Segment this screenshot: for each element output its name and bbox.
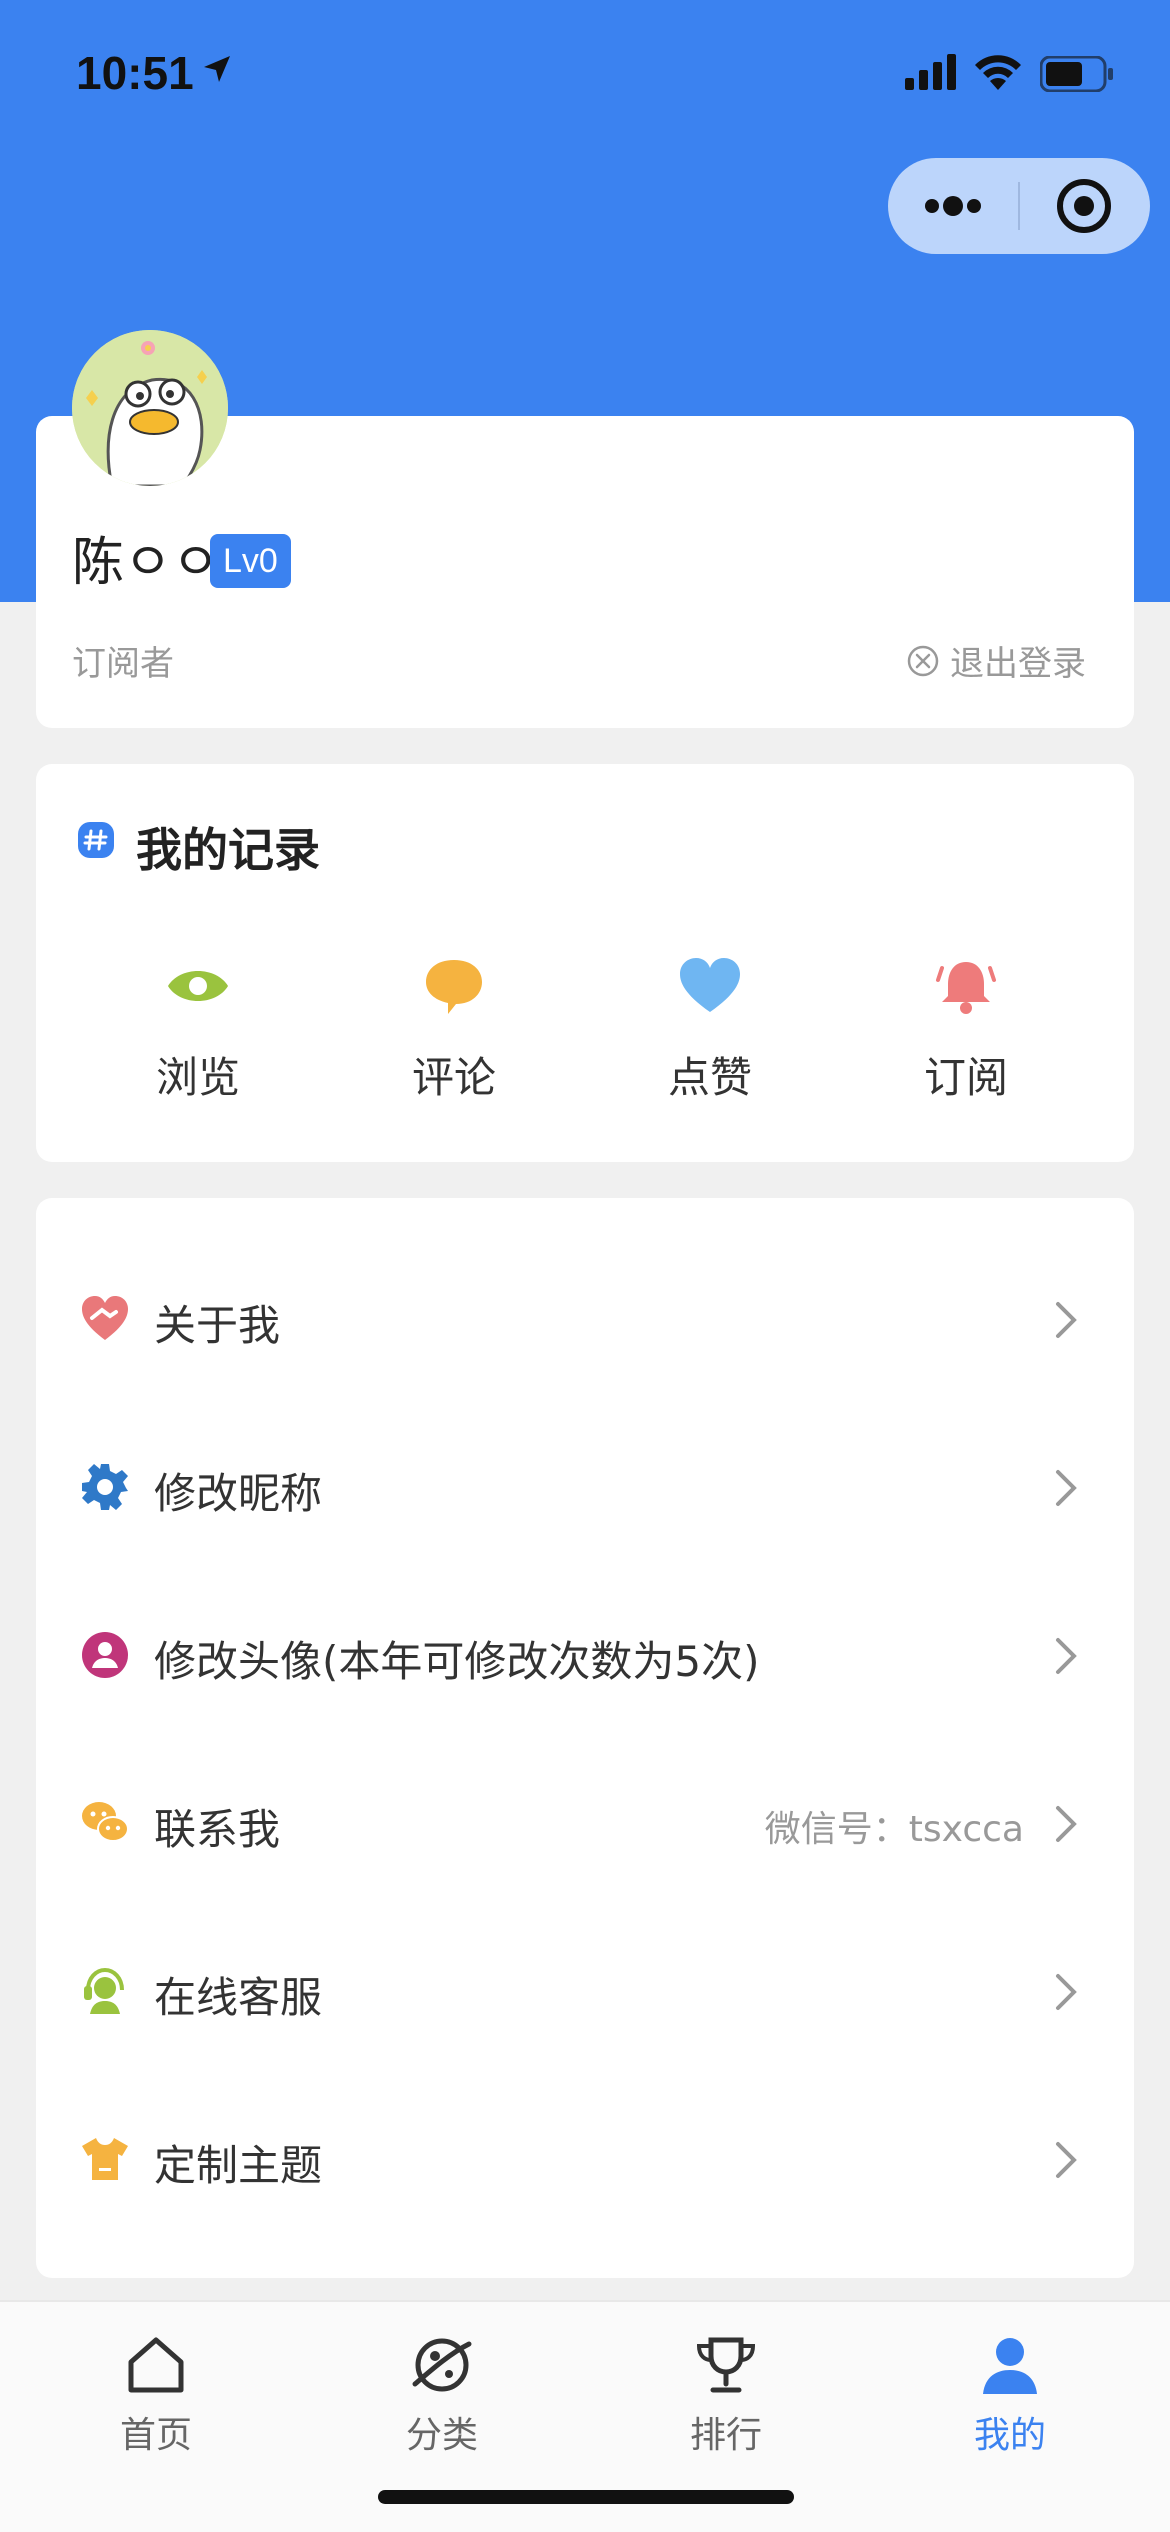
- target-circle-icon: [1057, 179, 1111, 233]
- status-time: 10:51: [76, 47, 194, 99]
- trophy-icon: [696, 2337, 756, 2393]
- tab-ranking-label: 排行: [689, 2415, 762, 2456]
- chevron-right-icon: [1056, 1638, 1077, 1674]
- wifi-icon: [975, 55, 1021, 90]
- duck-avatar-icon: [72, 330, 228, 486]
- role-label: 订阅者: [72, 644, 174, 684]
- gear-icon: [82, 1464, 128, 1510]
- menu-item-about-me[interactable]: 关于我: [36, 1234, 1134, 1402]
- tab-mine[interactable]: 我的: [920, 2332, 1100, 2458]
- record-comments[interactable]: 评论: [354, 954, 554, 1105]
- record-browse-label: 浏览: [155, 1053, 240, 1102]
- status-bar: 10:51: [0, 0, 1170, 150]
- headset-icon: [84, 1967, 124, 2014]
- planet-icon: [412, 2338, 472, 2392]
- chevron-right-icon: [1056, 1806, 1077, 1842]
- hashtag-icon: [78, 822, 114, 858]
- wechat-icon: [82, 1802, 129, 1842]
- tab-category[interactable]: 分类: [352, 2332, 532, 2458]
- tab-ranking[interactable]: 排行: [636, 2332, 816, 2458]
- logout-button[interactable]: 退出登录: [906, 636, 1086, 685]
- wechat-id-text: 微信号：tsxcca: [764, 1809, 1024, 1850]
- record-likes[interactable]: 点赞: [610, 954, 810, 1105]
- tab-category-label: 分类: [405, 2415, 478, 2456]
- tshirt-icon: [82, 2138, 128, 2180]
- avatar[interactable]: [72, 330, 228, 486]
- comment-icon: [426, 960, 482, 1014]
- username: 陈ㅇㅇ: [72, 533, 220, 593]
- menu-label-custom-theme: 定制主题: [154, 2141, 323, 2190]
- menu-label-edit-nickname: 修改昵称: [154, 1469, 323, 1518]
- menu-card: 关于我 修改昵称 修改头像(本年可修改次数为5次) 联系我 微信号：tsxcca…: [36, 1198, 1134, 2278]
- battery-icon: [1040, 56, 1113, 92]
- menu-item-online-support[interactable]: 在线客服: [36, 1906, 1134, 2074]
- records-card: 我的记录 浏览 评论 点赞 订阅: [36, 764, 1134, 1162]
- menu-item-contact-me[interactable]: 联系我 微信号：tsxcca: [36, 1738, 1134, 1906]
- tab-home[interactable]: 首页: [66, 2332, 246, 2458]
- close-miniprogram-button[interactable]: [1020, 158, 1150, 254]
- user-circle-icon: [82, 1632, 128, 1678]
- records-title: 我的记录: [136, 823, 320, 877]
- chevron-right-icon: [1056, 1974, 1077, 2010]
- handshake-heart-icon: [82, 1296, 128, 1340]
- heart-icon: [680, 958, 740, 1012]
- menu-label-online-support: 在线客服: [154, 1973, 323, 2022]
- tab-home-label: 首页: [119, 2415, 192, 2456]
- chevron-right-icon: [1056, 2142, 1077, 2178]
- menu-label-contact-me: 联系我: [154, 1805, 281, 1854]
- home-indicator: [378, 2490, 794, 2504]
- home-icon: [128, 2337, 184, 2393]
- menu-item-edit-avatar[interactable]: 修改头像(本年可修改次数为5次): [36, 1570, 1134, 1738]
- menu-label-edit-avatar: 修改头像(本年可修改次数为5次): [154, 1637, 760, 1686]
- chevron-right-icon: [1056, 1302, 1077, 1338]
- record-subscriptions-label: 订阅: [923, 1053, 1008, 1102]
- close-circle-icon: [907, 645, 939, 676]
- mini-program-capsule: [888, 158, 1150, 254]
- level-badge: Lv0: [210, 534, 291, 588]
- menu-item-custom-theme[interactable]: 定制主题: [36, 2074, 1134, 2242]
- menu-label-about-me: 关于我: [154, 1301, 281, 1350]
- more-dots-icon: [925, 196, 981, 216]
- tab-mine-label: 我的: [973, 2415, 1046, 2456]
- record-likes-label: 点赞: [667, 1053, 752, 1102]
- location-arrow-icon: [204, 56, 230, 82]
- eye-icon: [168, 971, 228, 1001]
- more-button[interactable]: [888, 158, 1018, 254]
- record-subscriptions[interactable]: 订阅: [866, 954, 1066, 1105]
- bell-icon: [936, 962, 996, 1014]
- menu-item-edit-nickname[interactable]: 修改昵称: [36, 1402, 1134, 1570]
- chevron-right-icon: [1056, 1470, 1077, 1506]
- user-icon: [983, 2338, 1037, 2394]
- record-comments-label: 评论: [411, 1053, 496, 1102]
- record-browse[interactable]: 浏览: [98, 954, 298, 1105]
- logout-label: 退出登录: [950, 644, 1086, 684]
- cellular-signal-icon: [905, 54, 956, 90]
